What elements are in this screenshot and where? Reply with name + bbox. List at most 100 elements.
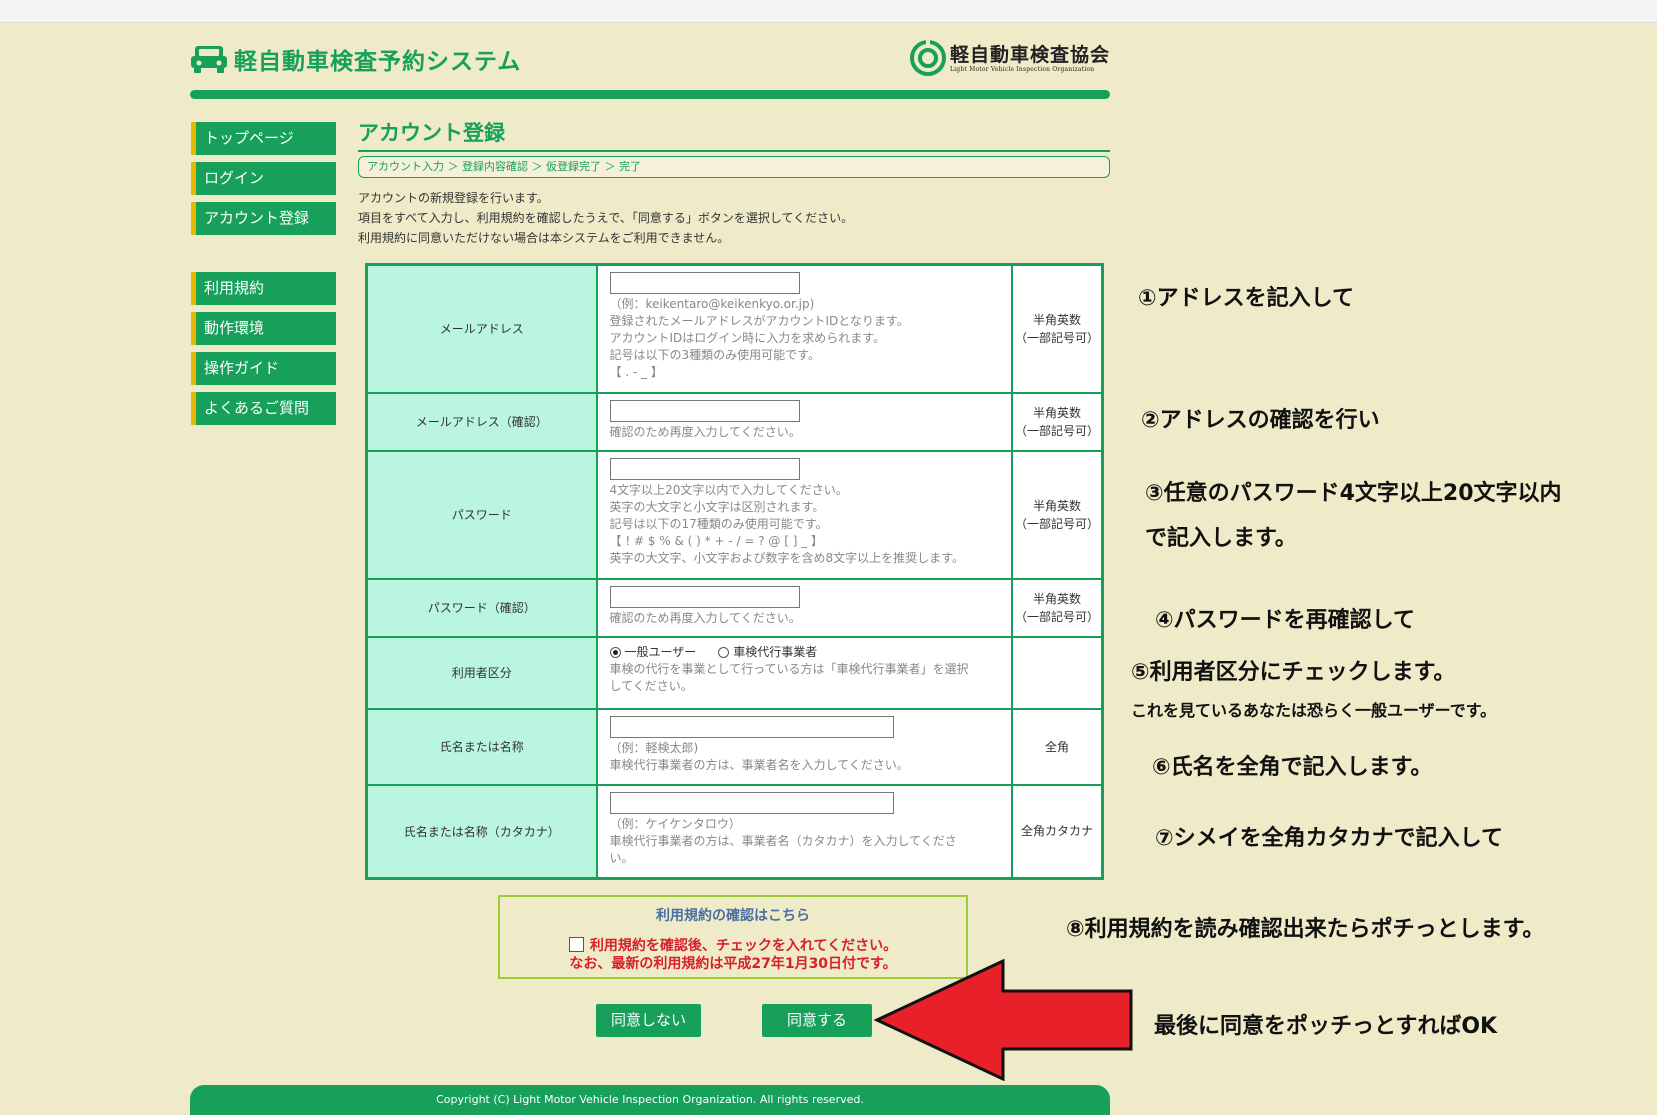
annotation-5: ⑤利用者区分にチェックします。 (1131, 660, 1456, 685)
radio-general-user[interactable] (609, 646, 621, 658)
type-line: （一部記号可） (1014, 609, 1099, 624)
help-line: （例：ケイケンタロウ） (609, 816, 741, 831)
org-name: 軽自動車検査協会 (949, 43, 1110, 66)
intro-text: アカウントの新規登録を行います。 項目をすべて入力し、利用規約を確認したうえで、… (358, 188, 1110, 248)
sidebar-item-guide[interactable]: 操作ガイド (191, 352, 336, 385)
org-subtitle: Light Motor Vehicle Inspection Organizat… (949, 65, 1095, 73)
email-type: 半角英数 （一部記号可） (1010, 263, 1104, 394)
help-line: 英字の大文字、小文字および数字を含め8文字以上を推奨します。 (609, 550, 964, 565)
main-content: アカウント登録 アカウント入力 ＞ 登録内容確認 ＞ 仮登録完了 ＞ 完了 アカ… (358, 118, 1110, 248)
row-user-type: 利用者区分 一般ユーザー 車検代行事業者 車検の代行を事業として行っている方は「… (365, 635, 1104, 710)
email-confirm-cell: 確認のため再度入力してください。 (595, 391, 1013, 452)
title-divider (358, 150, 1110, 152)
row-name-kana: 氏名または名称（カタカナ） （例：ケイケンタロウ） 車検代行事業者の方は、事業者… (365, 783, 1104, 880)
terms-link[interactable]: 利用規約の確認はこちら (500, 905, 966, 925)
annotation-1: ①アドレスを記入して (1138, 286, 1354, 311)
intro-line: 利用規約に同意いただけない場合は本システムをご利用できません。 (358, 231, 730, 245)
annotation-2: ②アドレスの確認を行い (1141, 408, 1380, 433)
help-line: 登録されたメールアドレスがアカウントIDとなります。 (609, 314, 909, 328)
password-cell: 4文字以上20文字以内で入力してください。 英字の大文字と小文字は区別されます。… (595, 449, 1013, 580)
car-icon (191, 46, 227, 73)
annotation-6: ⑥氏名を全角で記入します。 (1152, 755, 1433, 780)
help-line: 記号は以下の17種類のみ使用可能です。 (609, 516, 828, 531)
help-line: 確認のため再度入力してください。 (609, 424, 801, 439)
help-line: 車検の代行を事業として行っている方は「車検代行事業者」を選択 (609, 661, 969, 676)
name-cell: （例：軽検太郎) 車検代行事業者の方は、事業者名を入力してください。 (595, 707, 1013, 786)
browser-top-strip (0, 0, 1657, 23)
user-type-cell: 一般ユーザー 車検代行事業者 車検の代行を事業として行っている方は「車検代行事業… (595, 635, 1013, 710)
help-line: （例：軽検太郎) (609, 740, 699, 755)
system-logo[interactable]: 軽自動車検査予約システム (190, 42, 521, 76)
annotation-5b: これを見ているあなたは恐らく一般ユーザーです。 (1131, 701, 1497, 720)
help-line: 【 . - _ 】 (609, 365, 663, 379)
help-line: 車検代行事業者の方は、事業者名（カタカナ）を入力してくださ (609, 833, 957, 848)
help-line: 英字の大文字と小文字は区別されます。 (609, 499, 825, 514)
help-line: 4文字以上20文字以内で入力してください。 (609, 482, 848, 497)
sidebar-item-faq[interactable]: よくあるご質問 (191, 392, 336, 425)
type-line: 半角英数 (1032, 312, 1081, 327)
disagree-button[interactable]: 同意しない (596, 1004, 701, 1037)
org-logo[interactable]: 軽自動車検査協会 Light Motor Vehicle Inspection … (909, 40, 1110, 76)
help-line: してください。 (609, 678, 693, 693)
annotation-3b: で記入します。 (1145, 526, 1297, 551)
type-line: 半角英数 (1032, 498, 1081, 513)
help-line: 【 ! # $ % & ( ) * + - / = ? @ [ ] _ 】 (609, 533, 824, 548)
sidebar-item-top[interactable]: トップページ (191, 122, 336, 155)
name-kana-type: 全角カタカナ (1010, 783, 1104, 880)
row-email: メールアドレス （例：keikentaro@keikenkyo.or.jp) 登… (365, 263, 1104, 394)
email-confirm-type: 半角英数 （一部記号可） (1010, 391, 1104, 452)
name-field[interactable] (609, 715, 894, 738)
password-confirm-field[interactable] (609, 585, 800, 608)
sidebar-item-account-register[interactable]: アカウント登録 (191, 202, 336, 235)
sidebar-item-terms[interactable]: 利用規約 (191, 272, 336, 305)
row-password: パスワード 4文字以上20文字以内で入力してください。 英字の大文字と小文字は区… (365, 449, 1104, 580)
name-kana-field[interactable] (609, 791, 894, 814)
system-title: 軽自動車検査予約システム (234, 49, 522, 75)
intro-line: 項目をすべて入力し、利用規約を確認したうえで、「同意する」ボタンを選択してくださ… (358, 211, 854, 225)
terms-checkbox[interactable] (568, 937, 584, 952)
annotation-4: ④パスワードを再確認して (1155, 608, 1415, 633)
intro-line: アカウントの新規登録を行います。 (358, 191, 549, 205)
password-confirm-label: パスワード（確認） (365, 577, 598, 638)
registration-form: メールアドレス （例：keikentaro@keikenkyo.or.jp) 登… (365, 263, 1104, 880)
red-arrow-icon (873, 959, 1133, 1081)
user-type-radio-group: 一般ユーザー 車検代行事業者 (609, 644, 1001, 661)
radio-agent[interactable] (718, 646, 730, 658)
type-line: 半角英数 (1032, 405, 1081, 420)
radio-general-user-label[interactable]: 一般ユーザー (625, 644, 697, 661)
terms-checkbox-label[interactable]: 利用規約を確認後、チェックを入れてください。 (590, 938, 897, 954)
help-line: 車検代行事業者の方は、事業者名を入力してください。 (609, 757, 909, 772)
email-confirm-field[interactable] (609, 399, 800, 422)
sidebar: トップページ ログイン アカウント登録 利用規約 動作環境 操作ガイド よくある… (191, 122, 336, 432)
page-title: アカウント登録 (358, 121, 505, 145)
user-type-label: 利用者区分 (365, 635, 598, 710)
password-confirm-cell: 確認のため再度入力してください。 (595, 577, 1013, 638)
help-line: （例：keikentaro@keikenkyo.or.jp) (609, 297, 815, 311)
site-header: 軽自動車検査予約システム 軽自動車検査協会 Light Motor Vehicl… (190, 38, 1110, 88)
email-confirm-label: メールアドレス（確認） (365, 391, 598, 452)
footer: Copyright (C) Light Motor Vehicle Inspec… (190, 1085, 1110, 1115)
name-kana-cell: （例：ケイケンタロウ） 車検代行事業者の方は、事業者名（カタカナ）を入力してくだ… (595, 783, 1013, 880)
row-email-confirm: メールアドレス（確認） 確認のため再度入力してください。 半角英数 （一部記号可… (365, 391, 1104, 452)
sidebar-item-login[interactable]: ログイン (191, 162, 336, 195)
user-type-type (1010, 635, 1104, 710)
email-field[interactable] (609, 272, 800, 294)
radio-agent-label[interactable]: 車検代行事業者 (733, 644, 817, 661)
help-line: アカウントIDはログイン時に入力を求められます。 (609, 331, 886, 345)
name-kana-label: 氏名または名称（カタカナ） (365, 783, 598, 880)
help-line: 記号は以下の3種類のみ使用可能です。 (609, 348, 820, 362)
password-type: 半角英数 （一部記号可） (1010, 449, 1104, 580)
password-field[interactable] (609, 457, 800, 480)
agree-button[interactable]: 同意する (762, 1004, 872, 1037)
name-label: 氏名または名称 (365, 707, 598, 786)
annotation-9: 最後に同意をポッチっとすればOK (1154, 1014, 1498, 1039)
annotation-3a: ③任意のパスワード4文字以上20文字以内 (1145, 481, 1562, 506)
sidebar-item-environment[interactable]: 動作環境 (191, 312, 336, 345)
password-label: パスワード (365, 449, 598, 580)
row-password-confirm: パスワード（確認） 確認のため再度入力してください。 半角英数 （一部記号可） (365, 577, 1104, 638)
name-type: 全角 (1010, 707, 1104, 786)
annotation-7: ⑦シメイを全角カタカナで記入して (1155, 826, 1503, 851)
type-line: 半角英数 (1032, 591, 1081, 606)
email-cell: （例：keikentaro@keikenkyo.or.jp) 登録されたメールア… (595, 263, 1013, 394)
